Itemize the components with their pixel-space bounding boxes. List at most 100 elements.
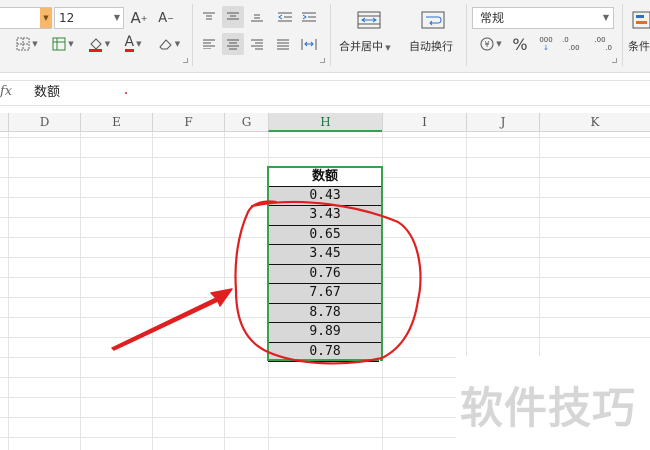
font-name-dropdown-icon[interactable]: ▼ bbox=[40, 8, 52, 28]
table-cell[interactable]: 3.45 bbox=[268, 245, 382, 265]
divider bbox=[466, 4, 467, 66]
border-svg bbox=[16, 37, 30, 51]
annotation-dot bbox=[125, 92, 127, 94]
merge-center-label: 合并居中 bbox=[339, 40, 383, 53]
chevron-down-icon: ▼ bbox=[383, 44, 391, 52]
divider bbox=[330, 4, 331, 66]
table-cell[interactable]: 8.78 bbox=[268, 303, 382, 323]
font-size-box[interactable]: 12 ▼ bbox=[54, 7, 124, 29]
font-size-value: 12 bbox=[59, 11, 75, 25]
align-middle-svg bbox=[227, 12, 239, 20]
eraser-icon[interactable]: ▼ bbox=[154, 34, 184, 54]
align-middle-icon[interactable] bbox=[222, 6, 244, 28]
indent-decrease-icon[interactable] bbox=[276, 8, 294, 26]
formula-bar: fx 数额 bbox=[0, 80, 650, 106]
distributed-icon[interactable] bbox=[298, 35, 320, 53]
grid-line bbox=[382, 132, 383, 450]
align-right-svg bbox=[251, 39, 263, 49]
cell-style-icon[interactable]: ▼ bbox=[48, 34, 78, 54]
thousands-arrow: ↓ bbox=[543, 44, 549, 52]
column-header-bar: D E F G H I J K bbox=[0, 113, 650, 132]
watermark: 软件技巧 bbox=[456, 356, 650, 450]
align-center-icon[interactable] bbox=[222, 33, 244, 55]
number-format-value: 常规 bbox=[480, 11, 505, 25]
table-cell[interactable]: 7.67 bbox=[268, 284, 382, 304]
align-bottom-svg bbox=[251, 14, 263, 22]
font-group-launcher-icon[interactable] bbox=[183, 58, 188, 63]
divider bbox=[622, 4, 623, 66]
formula-input[interactable]: 数额 bbox=[22, 81, 650, 105]
align-top-svg bbox=[203, 12, 215, 20]
conditional-format-icon[interactable] bbox=[630, 8, 650, 32]
increase-decimal-icon[interactable]: .0.00 bbox=[562, 33, 586, 55]
ribbon-toolbar: ▼ 12 ▼ A + A − ▼ ▼ ▼ A ▼ ▼ 合并居中 ▼ 自动换行 常… bbox=[0, 0, 650, 73]
thousands-label: 000 bbox=[539, 36, 553, 44]
eraser-svg bbox=[159, 39, 172, 50]
grid-line bbox=[8, 132, 9, 450]
align-left-icon[interactable] bbox=[200, 35, 218, 53]
table-header-cell[interactable]: 数额 bbox=[268, 167, 382, 187]
table-cell[interactable]: 3.43 bbox=[268, 206, 382, 226]
align-bottom-icon[interactable] bbox=[248, 8, 266, 26]
table-cell[interactable]: 0.43 bbox=[268, 186, 382, 206]
wrap-text-button[interactable]: 自动换行 bbox=[409, 38, 453, 54]
wrap-svg bbox=[421, 11, 445, 29]
cell-style-svg bbox=[52, 37, 66, 51]
number-group-launcher-icon[interactable] bbox=[612, 58, 617, 63]
fill-bucket-svg bbox=[88, 37, 102, 52]
merge-center-icon[interactable] bbox=[354, 8, 384, 32]
column-header-h[interactable]: H bbox=[268, 113, 382, 132]
column-header-k[interactable]: K bbox=[539, 113, 650, 131]
watermark-text: 软件技巧 bbox=[460, 384, 636, 434]
data-table: 数额 0.43 3.43 0.65 3.45 0.76 7.67 8.78 9.… bbox=[268, 167, 382, 362]
table-cell[interactable]: 0.65 bbox=[268, 225, 382, 245]
chevron-down-icon[interactable]: ▼ bbox=[114, 8, 120, 28]
align-top-icon[interactable] bbox=[200, 8, 218, 26]
decrease-font-icon[interactable]: A − bbox=[156, 7, 176, 29]
column-header-i[interactable]: I bbox=[382, 113, 466, 131]
alignment-group-launcher-icon[interactable] bbox=[320, 58, 325, 63]
increase-decimal-top: .0 bbox=[562, 36, 569, 44]
grid-line bbox=[80, 132, 81, 450]
percent-icon[interactable]: % bbox=[510, 34, 530, 54]
fill-handle[interactable] bbox=[379, 357, 384, 362]
number-format-select[interactable]: 常规 ▼ bbox=[472, 7, 614, 29]
justify-icon[interactable] bbox=[274, 35, 292, 53]
conditional-svg bbox=[632, 11, 650, 29]
align-right-icon[interactable] bbox=[248, 35, 266, 53]
font-color-icon[interactable]: A ▼ bbox=[118, 34, 148, 54]
table-cell[interactable]: 0.78 bbox=[268, 342, 382, 362]
grid-line bbox=[224, 132, 225, 450]
decrease-decimal-top: .00 bbox=[594, 36, 606, 44]
wrap-text-icon[interactable] bbox=[418, 8, 448, 32]
column-header-j[interactable]: J bbox=[466, 113, 539, 131]
fill-color-icon[interactable]: ▼ bbox=[84, 34, 114, 54]
thousands-separator-icon[interactable]: 000 ↓ bbox=[534, 33, 558, 55]
align-center-svg bbox=[227, 39, 239, 49]
column-header-g[interactable]: G bbox=[224, 113, 268, 131]
indent-decrease-svg bbox=[278, 12, 292, 22]
distributed-svg bbox=[301, 38, 317, 50]
conditional-format-button[interactable]: 条件 bbox=[628, 38, 650, 54]
table-cell[interactable]: 0.76 bbox=[268, 264, 382, 284]
table-cell[interactable]: 9.89 bbox=[268, 323, 382, 343]
decrease-decimal-icon[interactable]: .00.0 bbox=[588, 33, 612, 55]
increase-font-icon[interactable]: A + bbox=[129, 7, 149, 29]
border-icon[interactable]: ▼ bbox=[12, 34, 42, 54]
currency-svg: ¥ bbox=[480, 37, 494, 51]
column-header-f[interactable]: F bbox=[152, 113, 224, 131]
increase-decimal-bottom: .00 bbox=[568, 44, 580, 52]
fx-icon[interactable]: fx bbox=[0, 84, 16, 99]
column-header-d[interactable]: D bbox=[8, 113, 80, 131]
chevron-down-icon[interactable]: ▼ bbox=[603, 8, 609, 28]
merge-center-button[interactable]: 合并居中 ▼ bbox=[339, 38, 391, 54]
align-left-svg bbox=[203, 39, 215, 49]
indent-increase-svg bbox=[302, 12, 316, 22]
decrease-decimal-bottom: .0 bbox=[605, 44, 612, 52]
currency-icon[interactable]: ¥ ▼ bbox=[476, 34, 506, 54]
grid-line bbox=[152, 132, 153, 450]
indent-increase-icon[interactable] bbox=[300, 8, 318, 26]
merge-svg bbox=[357, 11, 381, 29]
column-header-e[interactable]: E bbox=[80, 113, 152, 131]
divider bbox=[192, 4, 193, 66]
